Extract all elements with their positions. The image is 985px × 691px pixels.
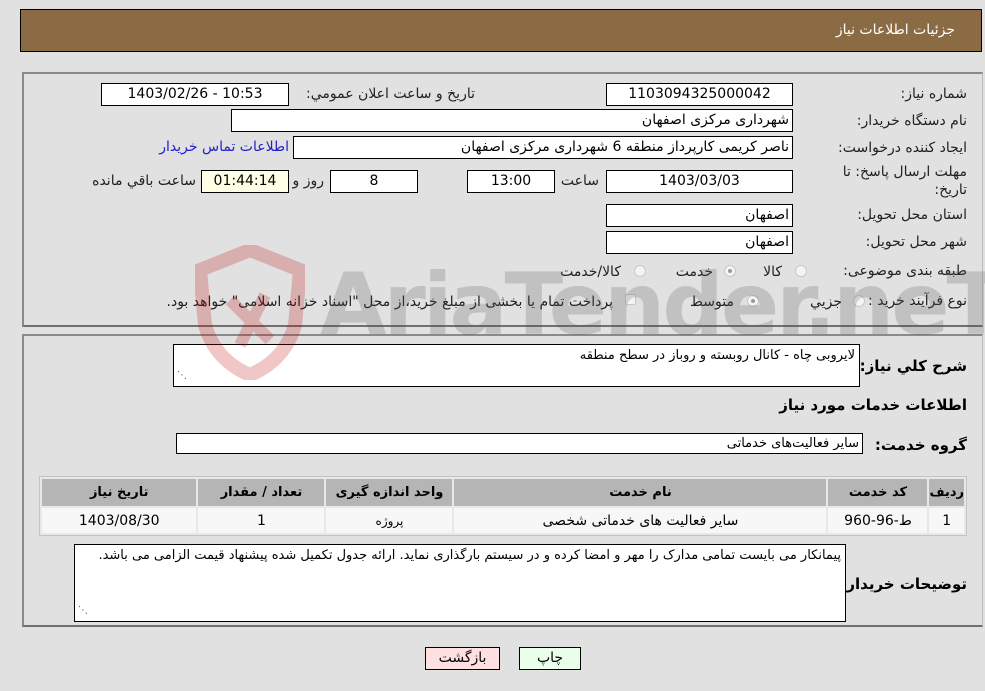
cell-row: 1: [929, 508, 964, 533]
services-heading: اطلاعات خدمات مورد نياز: [779, 396, 967, 414]
buyer-notes-text: پیمانکار می بایست تمامی مدارک را مهر و ا…: [98, 548, 841, 563]
resize-grip-icon[interactable]: ⋰: [78, 602, 88, 620]
col-service-code: کد خدمت: [828, 479, 928, 506]
city-field: اصفهان: [606, 231, 793, 254]
city-label: شهر محل تحويل:: [865, 234, 967, 250]
category-option-goods-service: کالا/خدمت: [560, 264, 621, 280]
category-radio-service[interactable]: [724, 265, 736, 277]
page-title: جزئیات اطلاعات نیاز: [835, 22, 955, 38]
days-label: روز و: [292, 173, 325, 189]
deadline-time-field: 13:00: [467, 170, 555, 193]
deadline-label-line2: تاريخ:: [934, 182, 967, 198]
requester-label: ايجاد کننده درخواست:: [838, 140, 967, 156]
need-number-label: شماره نیاز:: [900, 86, 968, 102]
process-option-medium: متوسط: [690, 294, 734, 310]
col-row: رديف: [929, 479, 964, 506]
cell-service-code: ط-96-960: [828, 508, 928, 533]
summary-label: شرح کلي نياز:: [859, 357, 967, 375]
service-group-label: گروه خدمت:: [874, 436, 967, 454]
time-remaining-field: 01:44:14: [201, 170, 289, 193]
category-option-goods: کالا: [763, 264, 782, 280]
category-radio-goods[interactable]: [795, 265, 807, 277]
deadline-time-label: ساعت: [560, 173, 599, 189]
summary-text: لایروبی چاه - کانال روبسته و روباز در سط…: [579, 348, 855, 363]
table-row: 1 ط-96-960 سایر فعالیت های خدماتی شخصی پ…: [42, 508, 964, 533]
buyer-org-field: شهرداری مرکزی اصفهان: [231, 109, 793, 132]
cell-quantity: 1: [198, 508, 325, 533]
cell-need-date: 1403/08/30: [42, 508, 197, 533]
page-header: جزئیات اطلاعات نیاز: [20, 9, 982, 52]
buyer-notes-textarea[interactable]: پیمانکار می بایست تمامی مدارک را مهر و ا…: [74, 544, 846, 622]
col-service-name: نام خدمت: [454, 479, 827, 506]
treasury-checkbox-label: پرداخت تمام يا بخشی از مبلغ خريد،از محل …: [166, 294, 613, 310]
category-label: طبقه بندی موضوعی:: [843, 263, 967, 279]
summary-textarea[interactable]: لایروبی چاه - کانال روبسته و روباز در سط…: [173, 344, 860, 387]
cell-service-name: سایر فعالیت های خدماتی شخصی: [454, 508, 827, 533]
category-radio-goods-service[interactable]: [634, 265, 646, 277]
province-field: اصفهان: [606, 204, 793, 227]
print-button[interactable]: چاپ: [519, 647, 581, 670]
table-header-row: رديف کد خدمت نام خدمت واحد اندازه گيری ت…: [42, 479, 964, 506]
col-need-date: تاريخ نياز: [42, 479, 197, 506]
requester-field: ناصر کریمی کارپرداز منطقه 6 شهرداری مرکز…: [293, 136, 793, 159]
announce-datetime-label: تاریخ و ساعت اعلان عمومي:: [306, 86, 475, 102]
announce-datetime-field: 1403/02/26 - 10:53: [101, 83, 289, 106]
buyer-org-label: نام دستگاه خريدار:: [856, 113, 967, 129]
need-number-field: 1103094325000042: [606, 83, 793, 106]
resize-grip-icon[interactable]: ⋰: [177, 367, 187, 385]
cell-unit: پروژه: [326, 508, 453, 533]
services-table-wrap: رديف کد خدمت نام خدمت واحد اندازه گيری ت…: [39, 476, 967, 536]
col-quantity: تعداد / مقدار: [198, 479, 325, 506]
province-label: استان محل تحويل:: [857, 207, 967, 223]
days-remaining-field: 8: [330, 170, 418, 193]
treasury-checkbox[interactable]: [625, 294, 636, 305]
buyer-notes-label: توضيحات خريدار:: [840, 575, 967, 593]
process-radio-medium[interactable]: [747, 295, 759, 307]
deadline-date-field: 1403/03/03: [606, 170, 793, 193]
buyer-contact-link[interactable]: اطلاعات تماس خريدار: [159, 139, 289, 155]
process-radio-minor[interactable]: [853, 295, 865, 307]
category-option-service: خدمت: [675, 264, 713, 280]
time-remaining-label: ساعت باقي مانده: [92, 173, 196, 189]
col-unit: واحد اندازه گيری: [326, 479, 453, 506]
process-option-minor: جزيي: [810, 294, 842, 310]
process-label: نوع فرآيند خريد :: [868, 293, 967, 309]
services-table: رديف کد خدمت نام خدمت واحد اندازه گيری ت…: [39, 476, 967, 536]
back-button[interactable]: بازگشت: [425, 647, 500, 670]
deadline-label-line1: مهلت ارسال پاسخ: تا: [842, 164, 967, 180]
service-group-field: سایر فعالیت‌های خدماتی: [176, 433, 863, 454]
